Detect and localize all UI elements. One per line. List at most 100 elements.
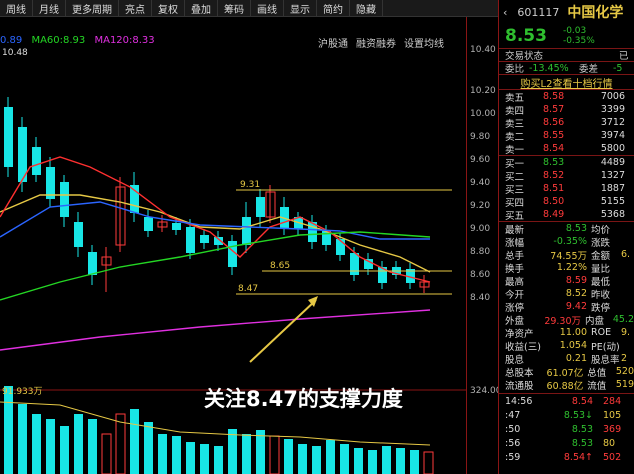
ma120-label: MA120:8.33 xyxy=(94,35,155,46)
stat-label-2: ROE xyxy=(591,327,612,338)
tick-volume: 284 xyxy=(603,395,622,407)
volume-bar-down xyxy=(382,446,391,474)
toolbar-item[interactable]: 更多周期 xyxy=(66,0,119,17)
volume-bar-down xyxy=(200,444,209,474)
stat-value: 8.52 xyxy=(565,288,587,299)
candle-body-down xyxy=(256,197,265,217)
stat-label: 外盘 xyxy=(505,315,525,327)
stock-code: 601117 xyxy=(517,5,560,19)
stat-label: 总股本 xyxy=(505,367,534,379)
level-label: 8.47 xyxy=(238,284,258,294)
stat-label: 最新 xyxy=(505,224,525,236)
change-block: -0.03 -0.35% xyxy=(563,26,595,46)
book-volume: 3974 xyxy=(600,130,625,141)
caption-b: 的支撑力度 xyxy=(297,387,403,411)
chart-tool[interactable]: 设置均线 xyxy=(404,39,444,50)
chart-tool[interactable]: 沪股通 xyxy=(318,39,348,50)
stat-value: 60.88亿 xyxy=(546,380,584,392)
tick-row: :47 8.53↓ 105 xyxy=(499,408,634,422)
volume-bar-down xyxy=(410,450,419,474)
candle-body-down xyxy=(350,253,359,275)
toolbar-item[interactable]: 周线 xyxy=(0,0,33,17)
volume-bar-down xyxy=(60,426,69,474)
stat-row: 最新 8.53 均价 xyxy=(499,222,634,236)
stat-label: 涨停 xyxy=(505,302,525,314)
change-value: -0.03 xyxy=(562,26,587,36)
toolbar-item[interactable]: 月线 xyxy=(33,0,66,17)
level2-link[interactable]: 购买L2查看十档行情 xyxy=(499,74,634,90)
toolbar-item[interactable]: 画线 xyxy=(251,0,284,17)
stat-label-2: 流值 xyxy=(587,380,607,392)
candle-body-down xyxy=(88,252,97,275)
volume-bar-down xyxy=(326,440,335,474)
book-row: 买四 8.50 5155 xyxy=(499,195,634,209)
quote-panel: ‹ 601117 中国化学 8.53 -0.03 -0.35% 交易状态 已 委… xyxy=(498,0,634,474)
high-marker: 10.48 xyxy=(2,48,28,58)
book-price: 8.57 xyxy=(543,104,565,115)
toolbar-item[interactable]: 复权 xyxy=(152,0,185,17)
quote-header: ‹ 601117 中国化学 xyxy=(499,0,634,24)
volume-bar-down xyxy=(396,448,405,474)
volume-bar-down xyxy=(158,434,167,474)
stat-value: 74.55万 xyxy=(550,250,587,262)
toolbar-item[interactable]: 简约 xyxy=(317,0,350,17)
toolbar-item[interactable]: 叠加 xyxy=(185,0,218,17)
volume-bar-down xyxy=(312,446,321,474)
book-price: 8.53 xyxy=(543,157,565,168)
status-value: 已 xyxy=(619,51,629,62)
price-tick: 9.40 xyxy=(470,178,491,188)
book-row: 买五 8.49 5368 xyxy=(499,208,634,222)
candle-body-down xyxy=(32,147,41,175)
candle-body-down xyxy=(60,182,69,217)
tick-volume: 502 xyxy=(603,451,622,463)
volume-bar-down xyxy=(130,409,139,474)
candle-body-down xyxy=(4,107,13,167)
chart-tool[interactable]: 融资融券 xyxy=(356,39,396,50)
chevron-left-icon[interactable]: ‹ xyxy=(503,6,507,19)
price-axis: 10.40 10.20 10.00 9.80 9.60 9.40 9.20 9.00 8.80 8… xyxy=(466,17,502,474)
kline-chart[interactable]: 9.31 8.65 8.47 0.89 MA60:8.93 MA120:8.33 1… xyxy=(0,17,466,474)
tick-row: :59 8.54↑ 502 xyxy=(499,450,634,464)
tick-time: 14:56 xyxy=(505,395,533,407)
stat-value: 1.22% xyxy=(556,262,587,273)
toolbar-item[interactable]: 筹码 xyxy=(218,0,251,17)
toolbar-item[interactable]: 隐藏 xyxy=(350,0,383,17)
stat-label-2: 总值 xyxy=(587,367,607,379)
toolbar-item[interactable]: 亮点 xyxy=(119,0,152,17)
candle-body-down xyxy=(74,222,83,247)
stat-label-2: 昨收 xyxy=(591,289,611,301)
price-tick: 8.40 xyxy=(470,293,491,303)
tick-price: 8.53 xyxy=(571,423,593,435)
toolbar-item[interactable]: 显示 xyxy=(284,0,317,17)
tick-time: :47 xyxy=(505,409,521,421)
period-toolbar: 周线 月线 更多周期 亮点 复权 叠加 筹码 画线 显示 简约 隐藏 xyxy=(0,0,498,17)
stat-label-2: 均价 xyxy=(591,224,611,236)
volume-bar-down xyxy=(172,436,181,474)
weicha-label: 委差 xyxy=(579,64,599,75)
book-level-label: 卖三 xyxy=(505,118,525,130)
ma5-value: 0.89 xyxy=(0,35,23,46)
volume-bar-down xyxy=(284,439,293,474)
book-price: 8.51 xyxy=(543,183,565,194)
stat-value: 8.59 xyxy=(565,275,587,286)
stat-label-2: 涨跌 xyxy=(591,237,611,249)
stat-value: 0.21 xyxy=(565,353,587,364)
stat-label-2: 内盘 xyxy=(585,315,605,327)
caption-a: 关注 xyxy=(204,387,246,411)
level-label: 8.65 xyxy=(270,261,290,271)
stat-label-2: 量比 xyxy=(591,263,611,275)
book-volume: 7006 xyxy=(600,91,625,102)
book-volume: 4489 xyxy=(600,157,625,168)
tick-price: 8.53↓ xyxy=(563,409,593,421)
stat-value: 8.53 xyxy=(565,223,587,234)
stat-value-2: 9. xyxy=(621,327,631,338)
book-level-label: 卖四 xyxy=(505,105,525,117)
price-tick: 10.20 xyxy=(470,86,496,96)
book-row: 卖二 8.55 3974 xyxy=(499,129,634,143)
book-price: 8.52 xyxy=(543,170,565,181)
tick-price: 8.54↑ xyxy=(563,451,593,463)
stat-label-2: 股息率 xyxy=(591,354,620,366)
book-row: 买三 8.51 1887 xyxy=(499,182,634,196)
stat-row: 总股本 61.07亿 总值 520 xyxy=(499,365,634,379)
stat-row: 外盘 29.30万 内盘 45.2 xyxy=(499,313,634,327)
